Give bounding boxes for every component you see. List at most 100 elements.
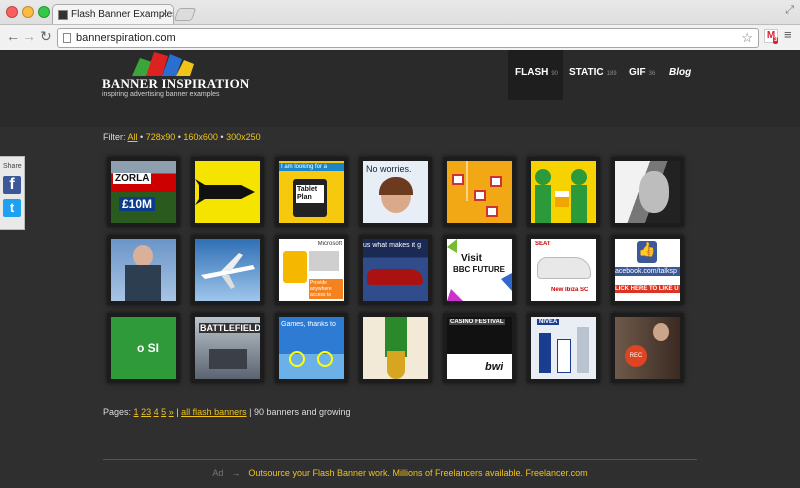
car-icon [367, 269, 423, 285]
face-icon [653, 323, 669, 341]
page-link-next[interactable]: » [169, 407, 174, 417]
screen-icon [309, 251, 339, 271]
face-icon [133, 245, 153, 267]
banner-thumbnail[interactable] [443, 157, 516, 227]
tab-title: Flash Banner Examples and [71, 9, 174, 20]
facebook-share-icon[interactable]: f [3, 176, 21, 194]
logo-title: BANNER INSPIRATION [102, 76, 250, 91]
banner-thumbnail[interactable]: NIVEA [527, 313, 600, 383]
banner-thumbnail[interactable]: Games, thanks to [275, 313, 348, 383]
filter-all[interactable]: All [128, 132, 138, 142]
nav-static[interactable]: STATIC 189 [569, 50, 617, 100]
nav-static-label: STATIC [569, 67, 604, 78]
tab-strip: Flash Banner Examples and ✕ ⤢ [0, 0, 800, 25]
gmail-extension-icon[interactable]: M3 [764, 29, 779, 44]
pagination: Pages: 1 23 4 5 » | all flash banners | … [103, 407, 351, 417]
twitter-share-icon[interactable]: t [3, 199, 21, 217]
banner-thumbnail[interactable] [527, 157, 600, 227]
thumbnail-text: Provide anywhere access to [309, 279, 343, 299]
arrow-icon: → [231, 468, 241, 478]
phone-icon [283, 251, 307, 283]
banner-thumbnail[interactable] [191, 157, 264, 227]
banner-thumbnail[interactable]: I am looking for a Tablet Plan [275, 157, 348, 227]
nav-flash-count: 90 [551, 71, 559, 77]
thumbnail-text: BATTLEFIELD [199, 323, 260, 333]
banner-thumbnail[interactable] [191, 235, 264, 305]
logo-graphic [132, 52, 194, 76]
filter-300x250[interactable]: 300x250 [226, 132, 261, 142]
browser-chrome: Flash Banner Examples and ✕ ⤢ ← → ↻ bann… [0, 0, 800, 50]
banner-thumbnail[interactable]: 👍 acebook.com/talksp LICK HERE TO LIKE U [611, 235, 684, 305]
thumbnail-text: Visit [461, 253, 482, 264]
forward-icon[interactable]: → [22, 28, 36, 44]
banner-thumbnail[interactable]: REC [611, 313, 684, 383]
minimize-window-button[interactable] [22, 6, 34, 18]
nav-blog-label: Blog [669, 67, 692, 78]
nav-static-count: 189 [606, 71, 617, 77]
bike-wheel-icon [317, 351, 333, 367]
cartoon-drinkers-icon [535, 169, 587, 223]
product-bottle-icon [539, 333, 551, 373]
nav-flash[interactable]: FLASH 90 [508, 50, 563, 100]
soldier-icon [209, 349, 247, 369]
thumbnail-text: bwi [485, 361, 504, 373]
zoom-window-button[interactable] [38, 6, 50, 18]
reload-icon[interactable]: ↻ [40, 28, 52, 45]
banner-thumbnail[interactable]: us what makes it g [359, 235, 432, 305]
fullscreen-icon[interactable]: ⤢ [785, 4, 794, 17]
filter-728x90[interactable]: 728x90 [146, 132, 176, 142]
browser-tab[interactable]: Flash Banner Examples and ✕ [52, 4, 174, 25]
banner-thumbnail[interactable]: SEAT New Ibiza SC [527, 235, 600, 305]
share-sidebar: Share f t [0, 156, 25, 230]
new-tab-button[interactable] [173, 8, 197, 21]
pagination-label: Pages: [103, 407, 132, 417]
all-flash-banners-link[interactable]: all flash banners [181, 407, 247, 417]
banner-thumbnail[interactable]: Microsoft Provide anywhere access to [275, 235, 348, 305]
banner-thumbnail[interactable] [107, 235, 180, 305]
thumbnail-text: BBC FUTURE [453, 265, 505, 274]
back-icon[interactable]: ← [6, 28, 20, 44]
product-bottle-icon [577, 327, 589, 373]
thumbnail-text: acebook.com/talksp [615, 267, 680, 276]
thumbnail-text: New Ibiza SC [551, 287, 589, 293]
close-window-button[interactable] [6, 6, 18, 18]
bookmark-star-icon[interactable]: ☆ [741, 30, 753, 46]
thumbnail-text: Microsoft [317, 241, 342, 247]
product-bottle-icon [557, 339, 571, 373]
banner-thumbnail[interactable]: No worries. [359, 157, 432, 227]
banner-thumbnail[interactable]: Visit BBC FUTURE [443, 235, 516, 305]
thumbnail-text: SEAT [535, 241, 551, 247]
nav-gif-label: GIF [629, 67, 646, 78]
nav-gif-count: 36 [648, 71, 656, 77]
filter-160x600[interactable]: 160x600 [183, 132, 218, 142]
thumbnail-text: o SI [137, 341, 160, 355]
ad-marker: Ad [212, 468, 224, 478]
gmail-unread-count: 3 [773, 37, 779, 44]
bike-wheel-icon [289, 351, 305, 367]
promo-link[interactable]: Outsource your Flash Banner work. Millio… [248, 468, 587, 478]
page-link-1[interactable]: 1 [134, 407, 139, 417]
page-link-5[interactable]: 5 [161, 407, 166, 417]
thumbnail-text: us what makes it g [363, 242, 421, 249]
tab-close-icon[interactable]: ✕ [160, 9, 168, 20]
banner-thumbnail[interactable] [611, 157, 684, 227]
thumbnail-text: No worries. [366, 164, 412, 174]
page-link-4[interactable]: 4 [154, 407, 159, 417]
houses-icon [452, 161, 502, 217]
page-icon [63, 33, 71, 43]
browser-menu-icon[interactable]: ≡ [784, 27, 792, 42]
banner-thumbnail[interactable] [359, 313, 432, 383]
nav-blog[interactable]: Blog [669, 50, 691, 100]
banner-thumbnail[interactable]: o SI [107, 313, 180, 383]
jet-plane-icon [201, 253, 255, 289]
suit-icon [125, 265, 161, 301]
nav-gif[interactable]: GIF 36 [629, 50, 655, 100]
banner-thumbnail[interactable]: BATTLEFIELD [191, 313, 264, 383]
banner-thumbnail[interactable]: CASINO FESTIVAL bwi [443, 313, 516, 383]
share-label: Share [3, 163, 22, 170]
page-link-3[interactable]: 3 [146, 407, 151, 417]
address-text: bannerspiration.com [76, 32, 176, 44]
promo-bar: Ad → Outsource your Flash Banner work. Mil… [0, 468, 800, 478]
address-bar[interactable]: bannerspiration.com ☆ [57, 28, 759, 48]
banner-thumbnail[interactable]: ZORLA £10M [107, 157, 180, 227]
